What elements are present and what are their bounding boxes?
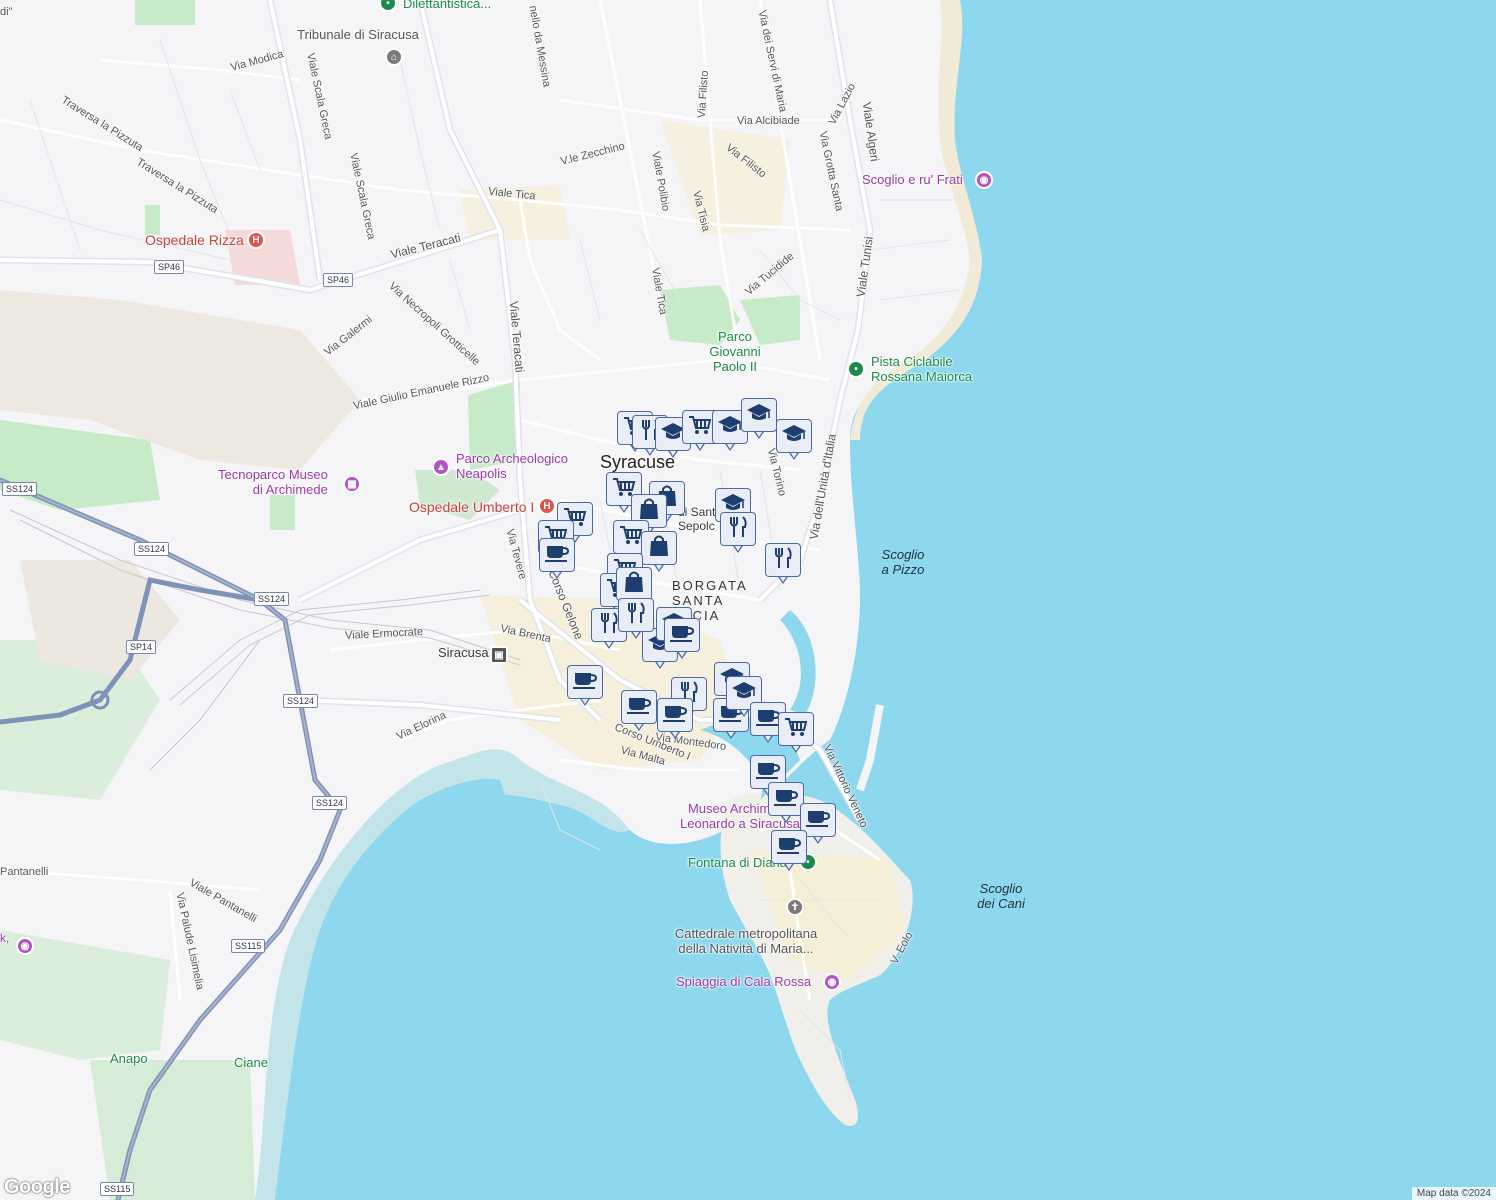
restaurant-icon [727, 515, 749, 544]
sea-label: Scoglio dei Cani [977, 881, 1025, 911]
street-label: Via Alcibiade [737, 115, 800, 127]
poi-label[interactable]: Siracusa [438, 645, 489, 661]
poi-label[interactable]: Dilettantistica... [403, 0, 491, 12]
place-marker[interactable] [776, 419, 812, 463]
place-marker[interactable] [771, 830, 807, 874]
poi-label[interactable]: Ospedale Rizza [145, 232, 244, 248]
road-shield: SS124 [312, 796, 348, 810]
sea-label: Scoglio a Pizzo [881, 547, 925, 577]
hospital-icon[interactable]: H [538, 497, 556, 515]
shopping-cart-icon [688, 414, 712, 441]
poi-label[interactable]: Scoglio e ru' Frati [862, 172, 963, 188]
courthouse-icon[interactable]: ⌂ [385, 48, 403, 66]
coffee-icon [626, 694, 652, 721]
poi-label[interactable]: Parco Giovanni Paolo II [709, 329, 760, 375]
poi-label: Anapo [110, 1051, 148, 1066]
museum-icon[interactable]: ▦ [343, 475, 361, 493]
coffee-icon [669, 622, 695, 649]
train-icon[interactable]: ▣ [490, 646, 508, 664]
camera-icon[interactable]: ◉ [975, 171, 993, 189]
place-marker[interactable] [664, 618, 700, 662]
place-marker[interactable] [657, 698, 693, 742]
monument-icon[interactable]: ▲ [432, 458, 450, 476]
poi-label[interactable]: Tecnoparco Museo di Archimede [218, 467, 328, 498]
shopping-bag-icon [648, 534, 670, 563]
poi-label: Ciane [234, 1055, 268, 1070]
coffee-icon [572, 669, 598, 696]
coffee-icon [773, 786, 799, 813]
place-marker[interactable] [621, 690, 657, 734]
road-shield: SP14 [126, 640, 157, 654]
street-label: di" [0, 6, 13, 18]
road-shield: SS124 [134, 542, 170, 556]
road-shield: SP46 [323, 273, 354, 287]
poi-label[interactable]: Cattedrale metropolitana della Natività … [675, 926, 817, 957]
poi-label[interactable]: Parco Archeologico Neapolis [456, 451, 568, 482]
school-icon [781, 423, 807, 450]
street-label: Pantanelli [0, 866, 49, 878]
road-shield: SS115 [231, 939, 266, 953]
place-marker[interactable] [567, 665, 603, 709]
coffee-icon [662, 702, 688, 729]
google-logo: Google [4, 1176, 70, 1198]
attribution[interactable]: Map data ©2024 [1411, 1187, 1496, 1200]
shopping-cart-icon [619, 524, 643, 551]
road-shield: SS124 [254, 592, 290, 606]
school-icon [717, 414, 743, 441]
place-marker[interactable] [539, 538, 575, 582]
camera-icon[interactable]: ◉ [16, 937, 34, 955]
place-marker[interactable] [765, 543, 801, 587]
poi-label-partial: k, [0, 931, 10, 945]
coffee-icon [805, 807, 831, 834]
place-marker[interactable] [768, 782, 804, 826]
pin-icon[interactable]: • [847, 360, 865, 378]
road-shield: SS115 [100, 1182, 135, 1196]
road-shield: SS124 [283, 694, 319, 708]
poi-label[interactable]: Spiaggia di Cala Rossa [676, 974, 811, 990]
shopping-cart-icon [784, 716, 808, 743]
poi-label[interactable]: Ospedale Umberto I [409, 499, 534, 515]
school-icon [746, 402, 772, 429]
restaurant-icon [772, 546, 794, 575]
road-shield: SS124 [2, 482, 38, 496]
poi-label[interactable]: Pista Ciclabile Rossana Maiorca [871, 354, 972, 385]
church-icon[interactable]: ✝ [786, 898, 804, 916]
poi-label[interactable]: Tribunale di Siracusa [297, 27, 419, 43]
coffee-icon [776, 834, 802, 861]
coffee-icon [544, 542, 570, 569]
place-marker[interactable] [741, 398, 777, 442]
restaurant-icon [598, 611, 620, 640]
place-marker[interactable] [618, 598, 654, 642]
map-canvas[interactable]: Via Modica Viale Scala Greca Viale Scala… [0, 0, 1496, 1200]
road-shield: SP46 [154, 260, 185, 274]
hospital-icon[interactable]: H [247, 231, 265, 249]
restaurant-icon [625, 601, 647, 630]
place-marker[interactable] [720, 512, 756, 556]
place-marker[interactable] [778, 712, 814, 756]
shopping-bag-icon [623, 570, 645, 599]
camera-icon[interactable]: ◉ [823, 973, 841, 991]
